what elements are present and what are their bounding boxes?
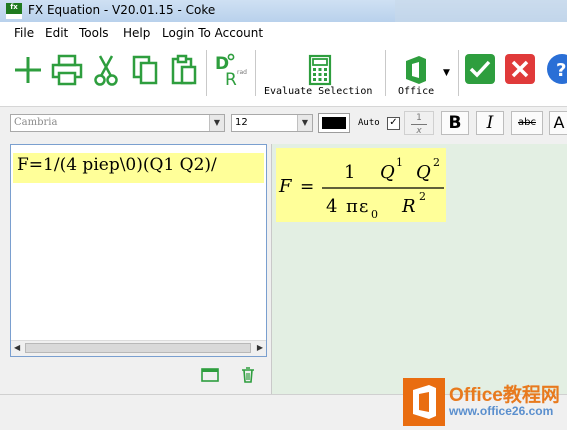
print-button[interactable] [49, 50, 85, 90]
rendered-equation: F = 1 Q 1 Q 2 4 π ε 0 R 2 [276, 148, 446, 222]
eq-num-coeff: 1 [344, 162, 355, 183]
eq-pi: π [346, 196, 358, 217]
chevron-down-icon: ▼ [297, 115, 312, 131]
app-icon: fx [6, 3, 22, 19]
font-value: Cambria [14, 117, 58, 128]
eq-q1-sup: 1 [396, 156, 403, 169]
eq-epsilon: ε [359, 196, 368, 217]
title-bar: fx FX Equation - V20.01.15 - Coke [0, 0, 567, 22]
eq-equals: = [300, 177, 314, 197]
menu-tools[interactable]: Tools [79, 26, 109, 40]
paste-icon [171, 54, 197, 85]
menu-edit[interactable]: Edit [45, 26, 68, 40]
chevron-down-icon: ▼ [209, 115, 224, 131]
eq-lhs: F [278, 176, 293, 197]
watermark-url: www.office26.com [449, 404, 554, 418]
add-button[interactable] [10, 50, 46, 90]
fraction-button[interactable]: 1 x [404, 111, 434, 136]
panel-icon [201, 368, 219, 382]
delete-button[interactable] [240, 366, 256, 388]
fraction-numerator: 1 [416, 113, 422, 123]
eq-q1: Q [380, 162, 395, 183]
font-size-value: 12 [235, 117, 248, 128]
font-color-swatch [322, 117, 346, 129]
scroll-left-icon[interactable]: ◀ [14, 343, 20, 352]
toolbar-separator [458, 50, 459, 96]
office-icon [406, 56, 426, 84]
eq-r-sup: 2 [419, 190, 426, 203]
font-size-select[interactable]: 12 ▼ [231, 114, 313, 132]
scrollbar-thumb[interactable] [25, 343, 251, 353]
font-color-button[interactable] [318, 113, 350, 133]
eq-q2: Q [416, 162, 431, 183]
menu-file[interactable]: File [14, 26, 34, 40]
evaluate-selection-label[interactable]: Evaluate Selection [264, 86, 372, 97]
calculator-icon [308, 54, 332, 86]
office-label[interactable]: Office [398, 86, 434, 97]
toolbar-separator [255, 50, 256, 96]
paste-button[interactable] [166, 50, 202, 90]
check-icon [465, 54, 495, 84]
watermark-title: Office教程网 [449, 385, 560, 406]
italic-button[interactable]: I [476, 111, 504, 135]
insert-button[interactable] [201, 367, 219, 387]
fraction-bar [411, 124, 427, 125]
toolbar-separator [385, 50, 386, 96]
eq-q2-sup: 2 [433, 156, 440, 169]
cut-button[interactable] [88, 50, 124, 90]
trash-icon [242, 367, 254, 383]
svg-text:R: R [225, 70, 237, 89]
evaluate-selection-button[interactable] [302, 50, 338, 90]
degree-radian-icon: D R rad [215, 53, 247, 89]
eq-r: R [401, 196, 416, 217]
equation-editor[interactable]: F=1/(4 piep\0)(Q1 Q2)/ ◀ ▶ [10, 144, 267, 357]
eq-den-coeff: 4 [326, 196, 337, 217]
help-button[interactable]: ? [545, 52, 567, 86]
office-dropdown-arrow[interactable]: ▼ [443, 68, 450, 78]
degree-radian-button[interactable]: D R rad [212, 50, 248, 90]
print-icon [51, 54, 83, 86]
svg-text:rad: rad [237, 69, 247, 76]
close-icon [505, 54, 535, 84]
strikethrough-button[interactable]: abc [511, 111, 543, 135]
menu-login[interactable]: Login To Account [162, 26, 263, 40]
window-title: FX Equation - V20.01.15 - Coke [28, 3, 216, 17]
toolbar: D R rad Evaluate Selection Office ▼ ? [0, 44, 567, 107]
office-button[interactable] [398, 50, 434, 90]
watermark: Office教程网 www.office26.com [403, 378, 567, 426]
cut-icon [94, 55, 118, 86]
menu-help[interactable]: Help [123, 26, 150, 40]
scroll-right-icon[interactable]: ▶ [257, 343, 263, 352]
horizontal-scrollbar[interactable]: ◀ ▶ [11, 340, 266, 356]
cancel-button[interactable] [503, 52, 537, 86]
equation-preview: F = 1 Q 1 Q 2 4 π ε 0 R 2 [271, 144, 567, 394]
menu-bar: File Edit Tools Help Login To Account [0, 22, 567, 45]
svg-text:?: ? [556, 60, 566, 81]
font-style-button[interactable]: A [549, 111, 567, 135]
toolbar-separator [206, 50, 207, 96]
eq-epsilon-sub: 0 [371, 208, 378, 221]
font-select[interactable]: Cambria ▼ [10, 114, 225, 132]
bold-button[interactable]: B [441, 111, 469, 135]
background-window [395, 0, 567, 22]
help-icon: ? [547, 54, 567, 84]
auto-label: Auto [358, 118, 380, 128]
office-logo-icon [403, 378, 445, 426]
equation-input-text[interactable]: F=1/(4 piep\0)(Q1 Q2)/ [17, 155, 217, 175]
add-icon [15, 57, 41, 83]
accept-button[interactable] [463, 52, 497, 86]
fraction-denominator: x [416, 126, 422, 136]
copy-button[interactable] [127, 50, 163, 90]
copy-icon [132, 55, 158, 85]
auto-checkbox[interactable]: ✓ [387, 117, 400, 130]
